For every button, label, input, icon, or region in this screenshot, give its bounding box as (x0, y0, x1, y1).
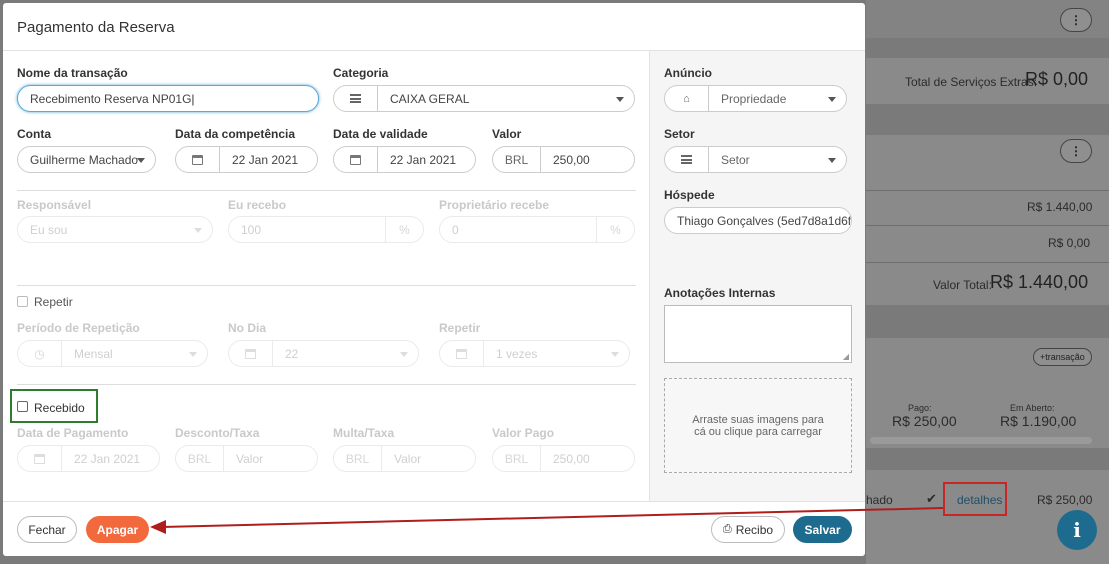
annotation-arrow (150, 507, 944, 534)
